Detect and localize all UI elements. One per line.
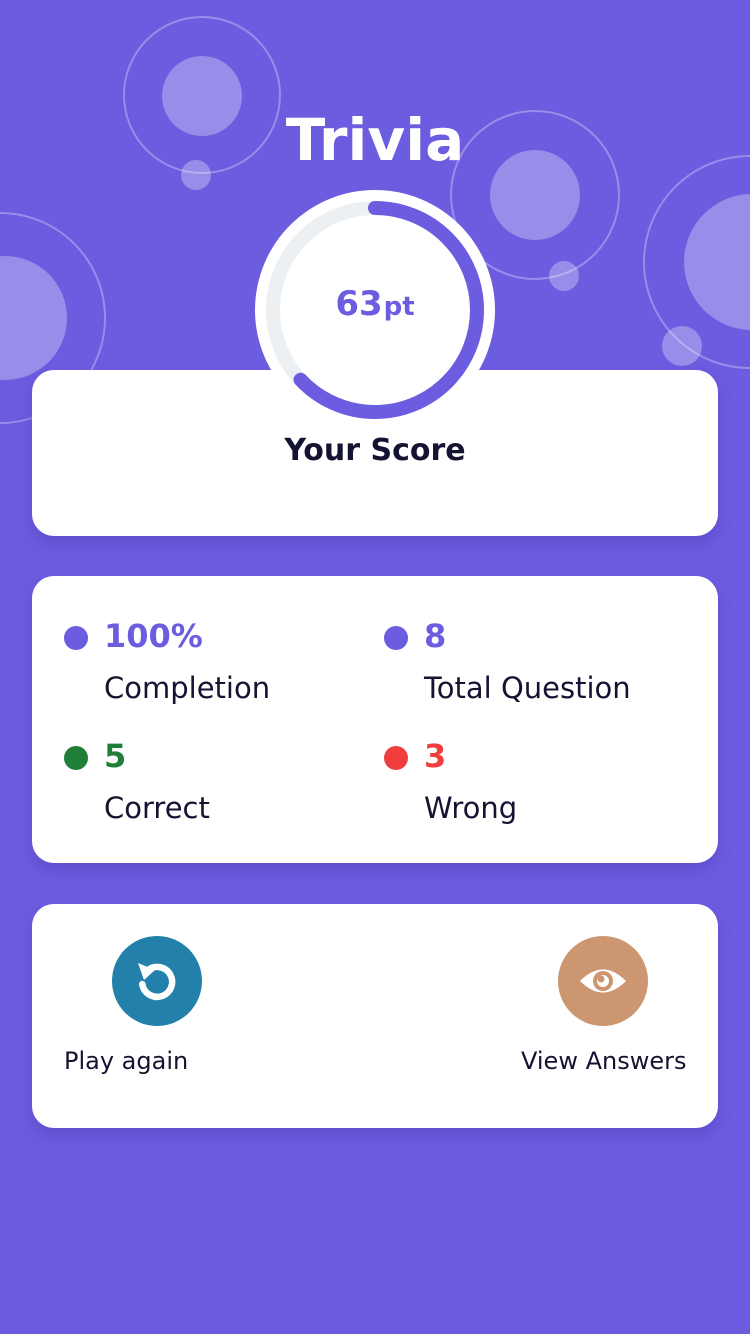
wrong-dot-icon [384, 746, 408, 770]
completion-value: 100% [104, 617, 203, 655]
view-answers-label[interactable]: View Answers [521, 1046, 686, 1076]
score-ring: 63pt [255, 190, 495, 430]
score-label: Your Score [284, 433, 466, 468]
wrong-label: Wrong [424, 791, 518, 825]
stats-card: 100% Completion 8 Total Question 5 Corre… [32, 576, 718, 863]
play-again-label[interactable]: Play again [64, 1046, 188, 1076]
stat-wrong: 3 Wrong [384, 696, 684, 825]
stat-total-question: 8 Total Question [384, 576, 684, 705]
stat-completion: 100% Completion [64, 576, 364, 705]
replay-icon[interactable] [112, 936, 202, 1026]
score-unit: pt [383, 292, 415, 322]
eye-icon[interactable] [558, 936, 648, 1026]
total-question-value: 8 [424, 617, 447, 655]
wrong-value: 3 [424, 737, 447, 775]
stat-correct: 5 Correct [64, 696, 364, 825]
total-question-dot-icon [384, 626, 408, 650]
play-again-button[interactable]: Play again [64, 936, 264, 1106]
actions-card: Play again View Answers [32, 904, 718, 1128]
correct-label: Correct [104, 791, 210, 825]
score-value: 63pt [255, 284, 495, 327]
app-title: Trivia [285, 106, 465, 174]
score-number: 63 [335, 284, 383, 324]
view-answers-button[interactable]: View Answers [520, 936, 720, 1106]
correct-value: 5 [104, 737, 127, 775]
correct-dot-icon [64, 746, 88, 770]
completion-dot-icon [64, 626, 88, 650]
